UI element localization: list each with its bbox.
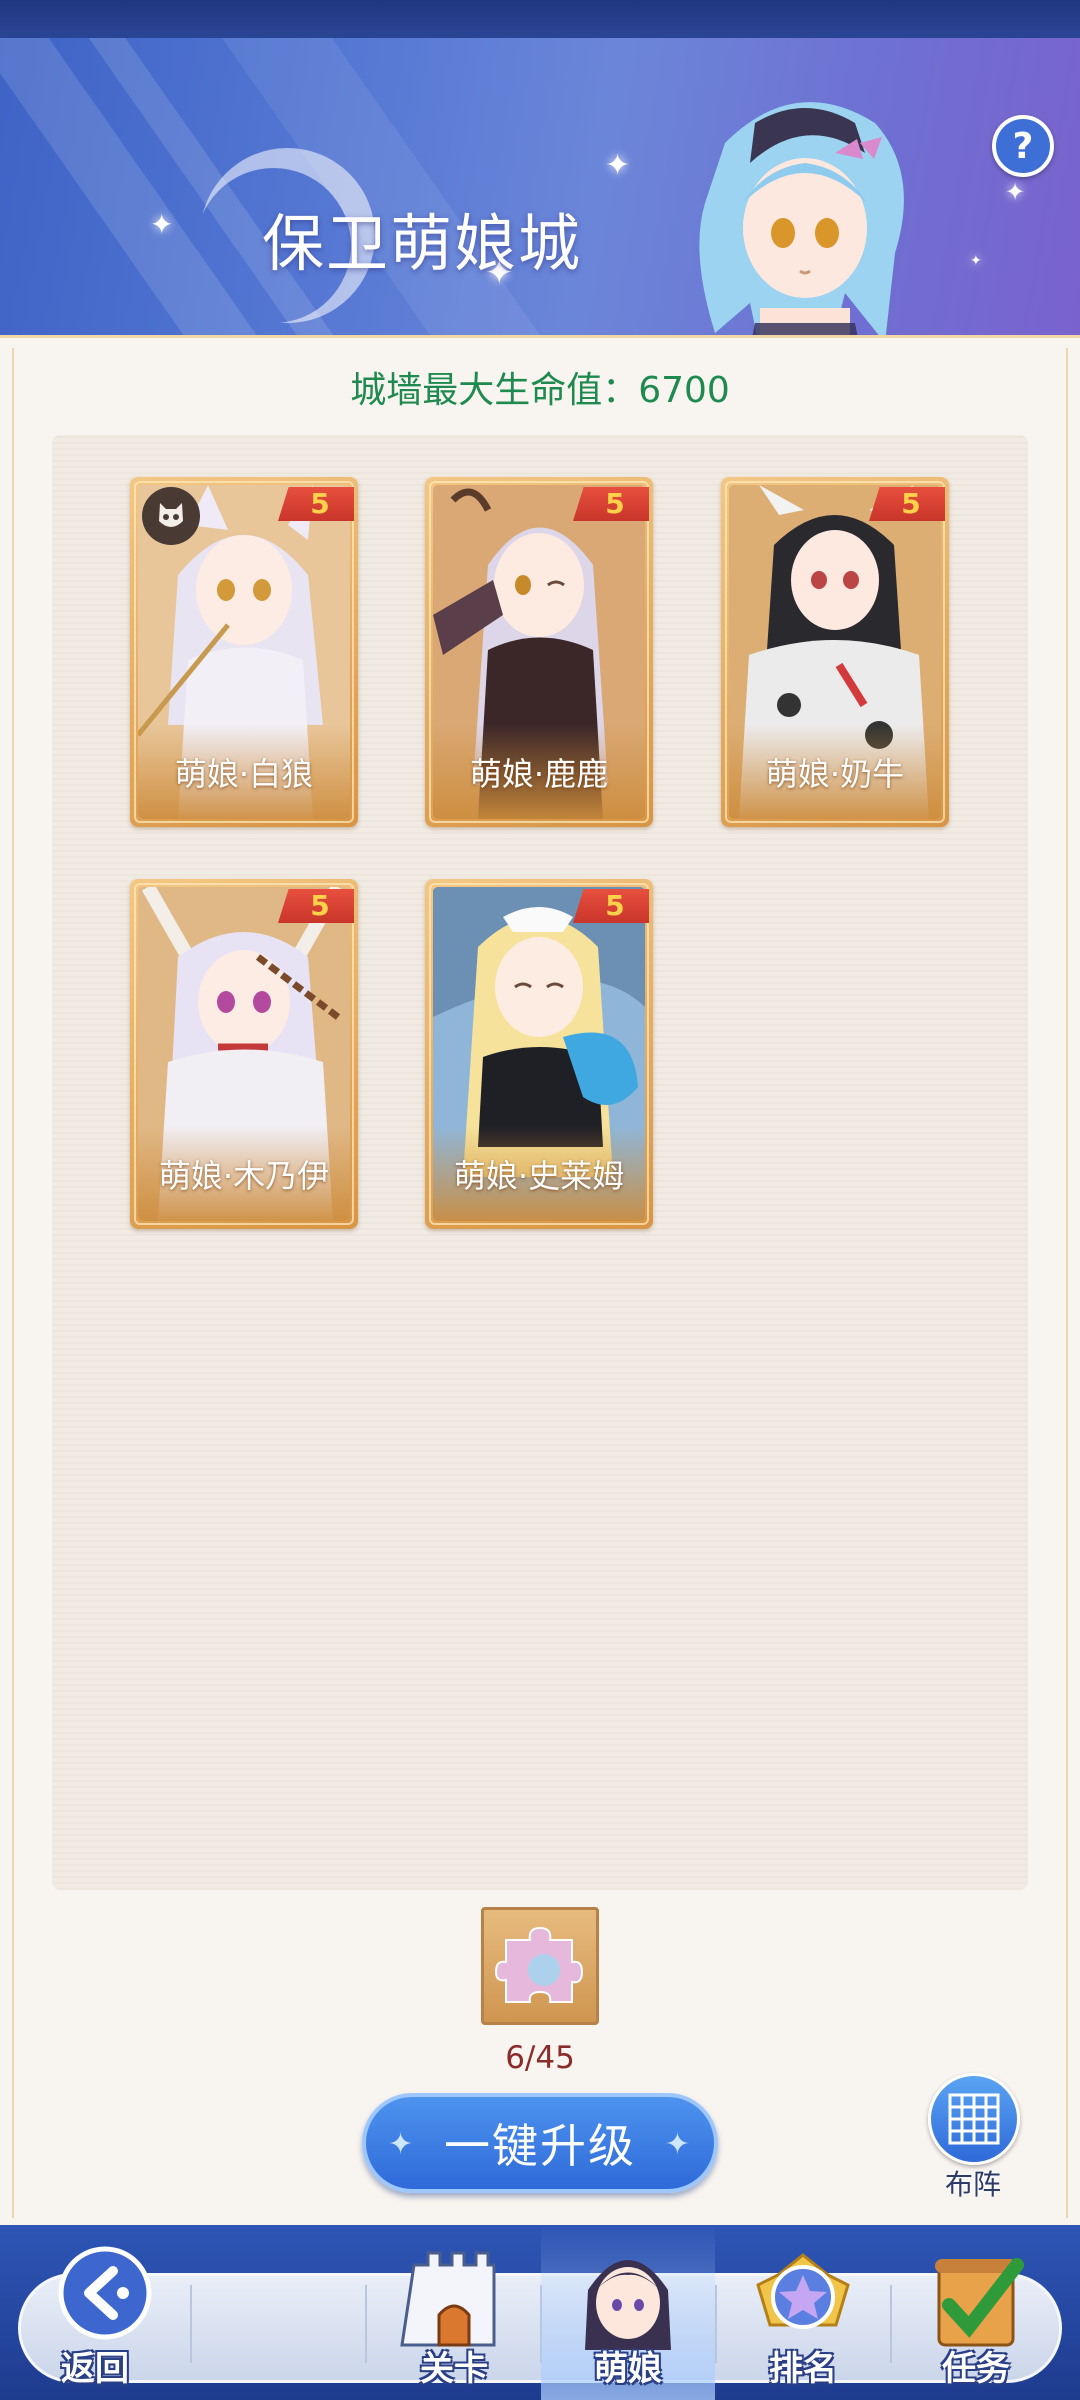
nav-label-tasks: 任务 [942, 2349, 1010, 2389]
back-arrow-icon [58, 2246, 152, 2340]
card-name: 萌娘·白狼 [174, 755, 314, 793]
grid-icon [928, 2073, 1020, 2165]
nav-item-ranking[interactable]: 排名 [716, 2225, 890, 2400]
one-click-upgrade-button[interactable]: ✦ 一键升级 ✦ [362, 2093, 718, 2193]
sparkle-icon: ✦ [664, 2127, 692, 2162]
character-card[interactable]: 5 萌娘·鹿鹿 [425, 477, 653, 827]
card-name: 萌娘·奶牛 [765, 755, 905, 793]
back-label: 返回 [61, 2349, 129, 2389]
puzzle-piece-icon [494, 1926, 584, 2003]
level-badge: 5 [573, 487, 649, 521]
wall-max-hp: 城墙最大生命值：6700 [350, 370, 730, 411]
mascot-character [699, 102, 904, 338]
help-button[interactable]: ? [992, 115, 1054, 177]
nav-item-stages[interactable]: 关卡 [368, 2225, 540, 2400]
nav-item-girls[interactable]: 萌娘 [541, 2225, 715, 2400]
formation-label: 布阵 [944, 2168, 1001, 2201]
sparkle-icon: ✦ [388, 2127, 416, 2162]
skull-badge-icon [142, 487, 200, 545]
level-badge: 5 [573, 889, 649, 923]
level-badge: 5 [278, 889, 354, 923]
character-card[interactable]: 5 萌娘·史莱姆 [425, 879, 653, 1229]
nav-label-stages: 关卡 [420, 2349, 488, 2389]
character-card[interactable]: 5 萌娘·奶牛 [721, 477, 949, 827]
card-name: 萌娘·史莱姆 [453, 1157, 625, 1195]
character-card[interactable]: 5 萌娘·木乃伊 [130, 879, 358, 1229]
card-name: 萌娘·木乃伊 [158, 1157, 330, 1195]
question-icon: ? [1012, 125, 1034, 167]
nav-item-tasks[interactable]: 任务 [891, 2225, 1061, 2400]
back-button[interactable]: 返回 [20, 2225, 190, 2400]
puzzle-fragment-item[interactable] [481, 1907, 599, 2025]
level-badge: 5 [869, 487, 945, 521]
page-title: 保卫萌娘城 [262, 207, 583, 280]
status-bar [0, 0, 1080, 38]
card-name: 萌娘·鹿鹿 [469, 755, 609, 793]
girl-portrait-icon [585, 2260, 671, 2350]
castle-icon [400, 2251, 496, 2347]
character-card[interactable]: 5 萌娘·白狼 [130, 477, 358, 827]
upgrade-button-label: 一键升级 [444, 2119, 636, 2173]
star-medal-icon [756, 2253, 850, 2329]
header-banner: ✦ ✦ ✦ ✦ ✦ 保卫萌娘城 ? [0, 38, 1080, 338]
nav-label-girls: 萌娘 [594, 2349, 662, 2389]
fragment-count: 6/45 [505, 2040, 575, 2076]
level-badge: 5 [278, 487, 354, 521]
nav-label-ranking: 排名 [769, 2349, 837, 2389]
checkmark-scroll-icon [935, 2258, 1024, 2347]
formation-button[interactable]: 布阵 [928, 2073, 1020, 2203]
